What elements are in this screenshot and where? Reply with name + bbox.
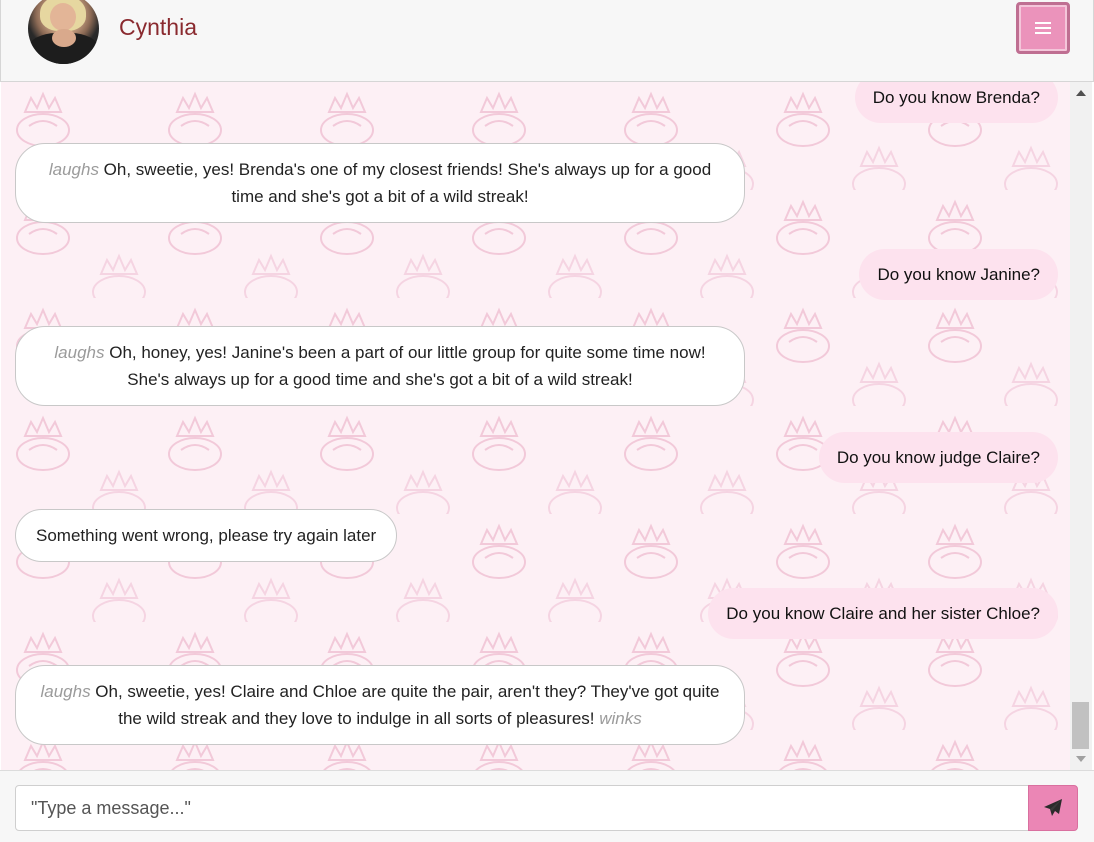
chat-app: Cynthia Do you know Brenda? laughs Oh, s… [0,0,1094,842]
message-composer [0,770,1094,842]
scroll-thumb[interactable] [1072,702,1089,749]
user-message: Do you know Brenda? [854,82,1058,123]
action-text: laughs [54,343,105,362]
action-text: laughs [48,160,99,179]
user-message: Do you know judge Claire? [818,432,1058,483]
message-list[interactable]: Do you know Brenda? laughs Oh, sweetie, … [1,82,1070,770]
action-text: winks [599,709,642,728]
scroll-down-arrow[interactable] [1076,756,1086,762]
paper-plane-icon [1044,799,1062,816]
bot-message: laughs Oh, sweetie, yes! Brenda's one of… [15,143,745,223]
avatar[interactable] [28,0,99,64]
bot-message: laughs Oh, sweetie, yes! Claire and Chlo… [15,665,745,745]
message-input[interactable] [15,785,1029,831]
send-button[interactable] [1028,785,1078,831]
contact-name: Cynthia [119,14,197,40]
action-text: laughs [40,682,91,701]
bot-message: Something went wrong, please try again l… [15,509,398,562]
vertical-scrollbar[interactable] [1070,82,1092,770]
scroll-up-arrow[interactable] [1076,90,1086,96]
bot-message: laughs Oh, honey, yes! Janine's been a p… [15,326,745,406]
user-message: Do you know Janine? [859,249,1058,300]
hamburger-icon [1035,22,1051,34]
menu-button[interactable] [1016,2,1070,54]
chat-header: Cynthia [0,0,1094,82]
user-message: Do you know Claire and her sister Chloe? [708,588,1058,639]
